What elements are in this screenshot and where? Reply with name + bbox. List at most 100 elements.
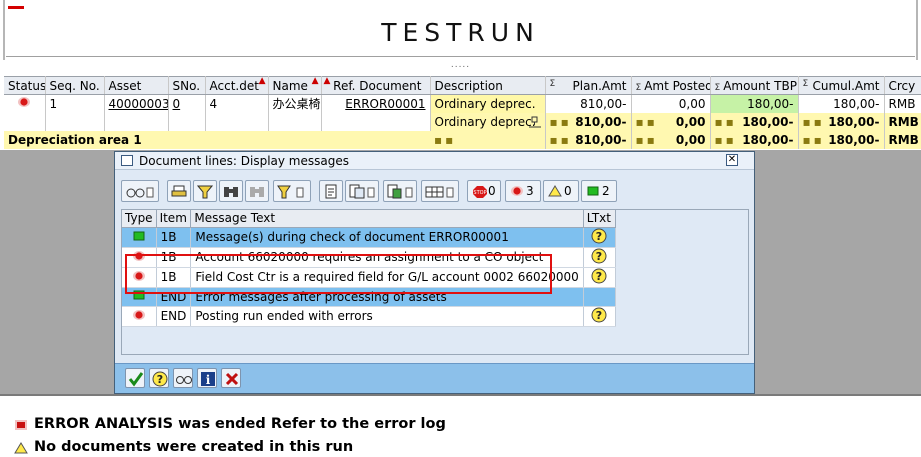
col-amount-tbp-label: Amount TBP [723,78,797,93]
ok-button[interactable] [125,368,145,388]
long-text-button[interactable]: ? [583,267,616,288]
error-count-button[interactable]: 3 [505,180,541,202]
find-button[interactable] [219,180,243,202]
type-cell [122,227,157,248]
col-crcy[interactable]: Crcy [884,76,921,95]
col-item[interactable]: Item [156,210,192,228]
sum-icon: Σ [549,78,556,89]
col-asset[interactable]: Asset [104,76,169,95]
stop-count-button[interactable]: STOP 0 [467,180,501,202]
col-ltxt[interactable]: LTxt [583,210,616,228]
info-button[interactable]: i [197,368,217,388]
status-message-1-text: ERROR ANALYSIS was ended Refer to the er… [34,416,446,432]
dialog-titlebar[interactable]: Document lines: Display messages ✕ [115,152,754,170]
table-row[interactable]: 1 40000003 0 4 办公桌椅 ERROR00001 Ordinary … [4,94,921,113]
red-light-icon [18,97,31,108]
layout-button[interactable] [345,180,379,202]
col-name-label: Name [272,78,308,93]
help-icon: ? [591,228,607,243]
depreciation-area-label: Depreciation area 1 [4,130,430,149]
column-button[interactable] [421,180,459,202]
find-next-button[interactable] [245,180,269,202]
sort-marker-icon: ▲ [258,76,266,86]
layout-icon [349,184,375,199]
warning-count-button[interactable]: 0 [543,180,579,202]
col-plan-amt[interactable]: Σ Plan.Amt [545,76,632,95]
status-area: ERROR ANALYSIS was ended Refer to the er… [0,396,921,457]
splitter-handle[interactable]: ..... [0,61,921,72]
success-count: 2 [602,184,610,198]
sort-marker-icon: ▲ [323,76,331,86]
svg-text:?: ? [157,373,163,386]
report-header: TESTRUN ..... [0,0,921,75]
close-icon[interactable]: ✕ [726,154,738,166]
print-preview-button[interactable] [319,180,343,202]
filter-button[interactable] [193,180,217,202]
long-text-empty [583,287,616,307]
long-text-button[interactable]: ? [583,227,616,248]
message-text-cell: Posting run ended with errors [190,306,584,327]
status-cell[interactable] [4,94,46,113]
print-button[interactable] [167,180,191,202]
col-description[interactable]: Description [430,76,546,95]
export-icon [387,184,413,199]
asset-link[interactable]: 40000003 [104,94,169,113]
warning-icon [14,442,28,454]
dialog-document-icon [121,155,133,166]
sno-link[interactable]: 0 [168,94,206,113]
col-message-text[interactable]: Message Text [190,210,584,228]
col-status[interactable]: Status [4,76,46,95]
col-amt-posted-label: Amt Posted [644,78,710,93]
help-icon: ? [591,307,607,322]
technical-info-footer-button[interactable] [173,368,193,388]
asset-grid: Status Seq. No. Asset SNo. Acct.det ▲ Nam… [4,76,921,149]
item-cell: END [156,306,192,327]
technical-info-button[interactable] [121,180,159,202]
messages-grid: Type Item Message Text LTxt 1B Message(s… [121,209,749,355]
help-button[interactable]: ? [149,368,169,388]
col-sno[interactable]: SNo. [168,76,206,95]
col-seq-no[interactable]: Seq. No. [45,76,105,95]
subtotal-description-label: Ordinary deprec. [434,114,536,129]
messages-dialog: Document lines: Display messages ✕ STOP … [114,151,755,394]
highlight-box [125,254,552,294]
error-square-icon [15,420,27,430]
message-text-cell: Message(s) during check of document ERRO… [190,227,584,248]
binoculars-next-icon [250,187,264,197]
messages-header-row: Type Item Message Text LTxt [122,210,616,228]
crcy-cell: RMB [884,94,921,113]
col-acct-det[interactable]: Acct.det ▲ [205,76,269,95]
name-cell: 办公桌椅 [268,94,322,113]
total-cumul-amt: ▪▪ 180,00- [798,130,885,149]
table-row[interactable]: END Posting run ended with errors ? [122,306,616,327]
col-name[interactable]: Name ▲ [268,76,322,95]
set-filter-button[interactable] [273,180,311,202]
col-cumul-amt[interactable]: Σ Cumul.Amt [798,76,885,95]
ref-document-link[interactable]: ERROR00001 [321,94,431,113]
help-icon: ? [591,268,607,283]
long-text-button[interactable]: ? [583,247,616,268]
col-type[interactable]: Type [122,210,157,228]
long-text-button[interactable]: ? [583,306,616,327]
page-title: TESTRUN [381,18,540,47]
table-row[interactable]: 1B Message(s) during check of document E… [122,227,616,248]
success-count-button[interactable]: 2 [581,180,617,202]
header-marker [8,6,24,9]
svg-text:i: i [206,373,211,387]
col-amount-tbp[interactable]: Σ Amount TBP [710,76,799,95]
col-cumul-amt-label: Cumul.Amt [812,78,880,93]
subtotal-amount-tbp: ▪▪ 180,00- [710,112,799,131]
total-row: Depreciation area 1 ▪▪ ▪▪ 810,00- ▪▪ 0,00 … [4,130,921,149]
col-ref-document[interactable]: ▲ Ref. Document [321,76,431,95]
svg-text:?: ? [596,250,602,263]
col-amt-posted[interactable]: Σ Amt Posted [631,76,711,95]
help-icon: ? [152,371,168,387]
subtotal-crcy: RMB [884,112,921,131]
filter-icon [197,185,213,199]
export-button[interactable] [383,180,417,202]
total-plan-amt: ▪▪ 810,00- [545,130,632,149]
cancel-button[interactable] [221,368,241,388]
svg-text:?: ? [596,309,602,322]
dialog-footer: ? i [115,363,754,393]
filter-dropdown-icon [277,185,304,199]
